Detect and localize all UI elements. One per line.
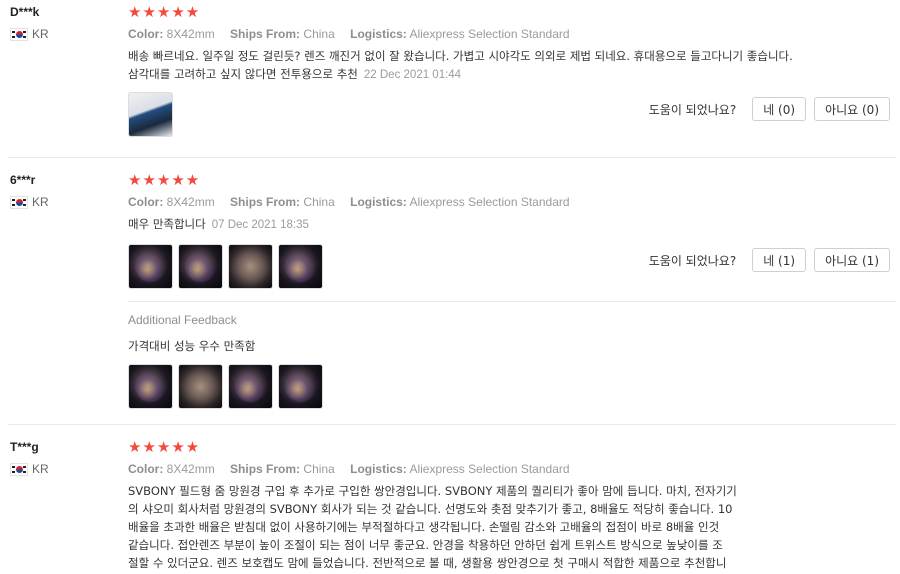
additional-feedback: Additional Feedback 가격대비 성능 우수 만족함 (128, 313, 798, 409)
review-line: 의 샤오미 회사처럼 망원경의 SVBONY 회사가 되는 것 같습니다. 선명… (128, 502, 733, 516)
helpful-label: 도움이 되었나요? (648, 253, 737, 268)
star-rating: ★★★★★ (128, 438, 201, 456)
review-line: 같습니다. 접안렌즈 부분이 높이 조절이 되는 점이 너무 좋군요. 안경을 … (128, 538, 723, 552)
helpful-vote: 도움이 되었나요? 네 (1) 아니요 (1) (649, 248, 890, 272)
additional-feedback-title: Additional Feedback (128, 313, 237, 327)
helpful-vote: 도움이 되었나요? 네 (0) 아니요 (0) (649, 97, 890, 121)
helpful-yes-button[interactable]: 네 (0) (752, 97, 807, 121)
ships-from-value: China (303, 195, 335, 209)
review-line: 배율을 초과한 배율은 받침대 없이 사용하기에는 부적절하다고 생각됩니다. … (128, 520, 720, 534)
review-photo[interactable] (278, 364, 323, 409)
star-rating: ★★★★★ (128, 3, 201, 21)
ships-from-label: Ships From: (230, 27, 301, 41)
reviewer-country: KR (10, 27, 49, 41)
helpful-label: 도움이 되었나요? (648, 102, 737, 117)
logistics-value: Aliexpress Selection Standard (409, 462, 570, 476)
ships-from-value: China (303, 27, 335, 41)
reviewer-name: 6***r (10, 173, 36, 187)
reviewer-info: D***k KR (10, 4, 49, 41)
reviewer-country: KR (10, 195, 49, 209)
color-label: Color: (128, 462, 164, 476)
additional-feedback-text: 가격대비 성능 우수 만족함 (128, 339, 256, 353)
reviewer-info: T***g KR (10, 439, 49, 476)
country-code: KR (32, 27, 49, 41)
additional-feedback-divider (128, 301, 896, 302)
ships-from-label: Ships From: (230, 195, 301, 209)
review-text: 매우 만족합니다 07 Dec 2021 18:35 (128, 215, 798, 234)
country-code: KR (32, 462, 49, 476)
color-label: Color: (128, 27, 164, 41)
logistics-label: Logistics: (350, 27, 407, 41)
reviewer-name: T***g (10, 440, 39, 454)
reviewer-country: KR (10, 462, 49, 476)
review-photo[interactable] (228, 244, 273, 289)
ships-from-label: Ships From: (230, 462, 301, 476)
color-value: 8X42mm (166, 195, 215, 209)
review-meta: Color: 8X42mm Ships From: China Logistic… (128, 462, 898, 476)
review-photo[interactable] (128, 364, 173, 409)
review-photo[interactable] (278, 244, 323, 289)
ships-from-value: China (303, 462, 335, 476)
logistics-value: Aliexpress Selection Standard (409, 27, 570, 41)
review-photo[interactable] (178, 244, 223, 289)
review-text: SVBONY 필드형 줌 망원경 구입 후 추가로 구입한 쌍안경입니다. SV… (128, 482, 808, 572)
review-photo[interactable] (178, 364, 223, 409)
country-code: KR (32, 195, 49, 209)
review-divider (8, 157, 896, 158)
kr-flag-icon (10, 27, 28, 41)
review-date: 22 Dec 2021 01:44 (363, 69, 462, 81)
review-line: SVBONY 필드형 줌 망원경 구입 후 추가로 구입한 쌍안경입니다. SV… (128, 484, 737, 498)
review-meta: Color: 8X42mm Ships From: China Logistic… (128, 27, 898, 41)
logistics-value: Aliexpress Selection Standard (409, 195, 570, 209)
star-rating: ★★★★★ (128, 171, 201, 189)
review-photo[interactable] (228, 364, 273, 409)
review-divider (8, 424, 896, 425)
review-meta: Color: 8X42mm Ships From: China Logistic… (128, 195, 898, 209)
helpful-yes-button[interactable]: 네 (1) (752, 248, 807, 272)
helpful-no-button[interactable]: 아니요 (0) (814, 97, 890, 121)
reviewer-name: D***k (10, 5, 40, 19)
reviewer-info: 6***r KR (10, 172, 49, 209)
kr-flag-icon (10, 195, 28, 209)
kr-flag-icon (10, 462, 28, 476)
color-value: 8X42mm (166, 462, 215, 476)
review-line: 절할 수 있더군요. 렌즈 보호캡도 맘에 들었습니다. 전반적으로 볼 때, … (128, 556, 727, 570)
helpful-no-button[interactable]: 아니요 (1) (814, 248, 890, 272)
logistics-label: Logistics: (350, 195, 407, 209)
color-label: Color: (128, 195, 164, 209)
logistics-label: Logistics: (350, 462, 407, 476)
review-text: 배송 빠르네요. 일주일 정도 걸린듯? 렌즈 깨진거 없이 잘 왔습니다. 가… (128, 47, 798, 84)
review-photo[interactable] (128, 92, 173, 137)
color-value: 8X42mm (166, 27, 215, 41)
review-photo[interactable] (128, 244, 173, 289)
review-body: 매우 만족합니다 (128, 217, 206, 231)
review-date: 07 Dec 2021 18:35 (211, 219, 309, 231)
